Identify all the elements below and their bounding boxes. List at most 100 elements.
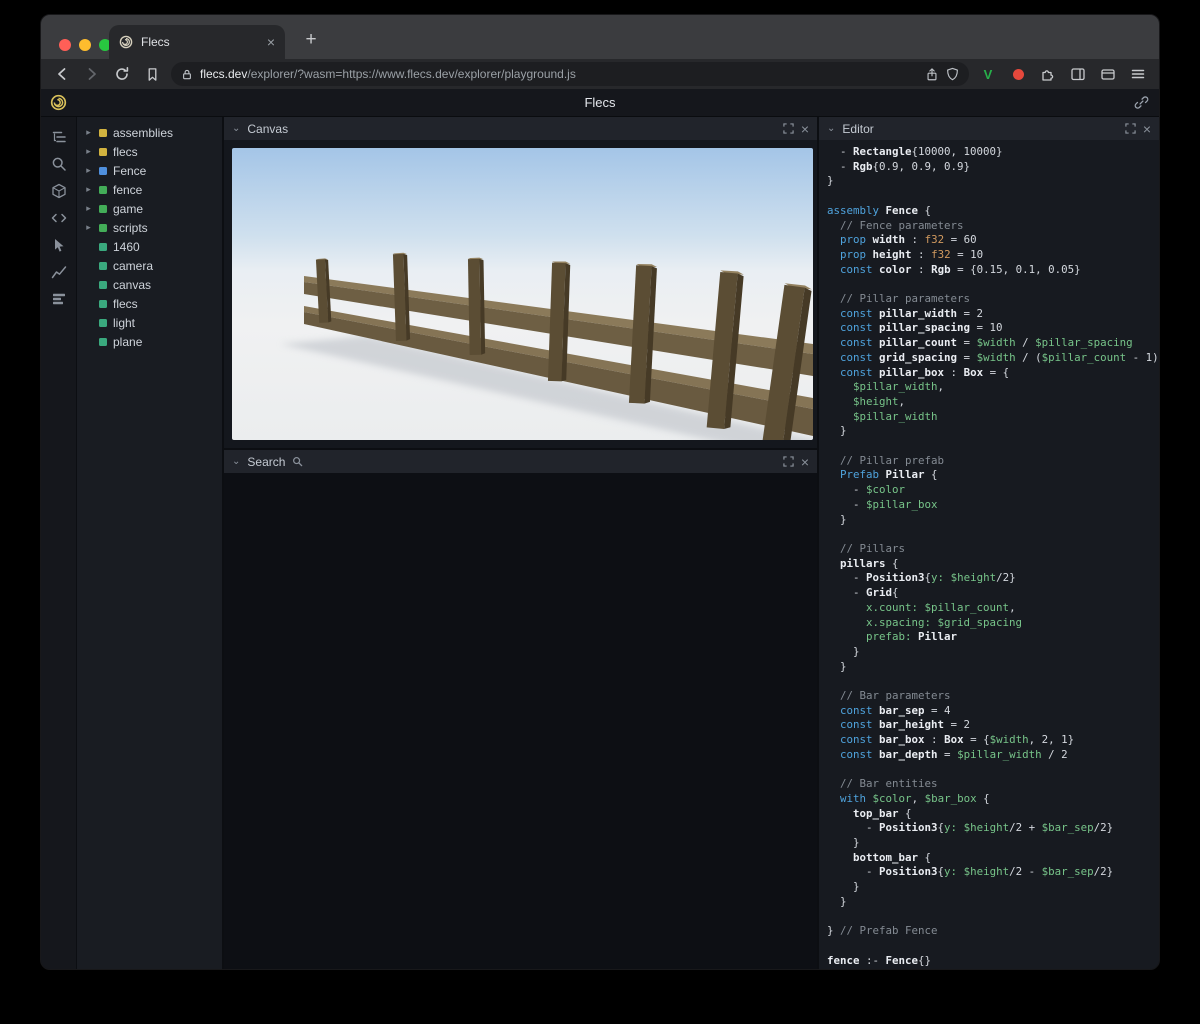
code-line[interactable]: - $pillar_box bbox=[827, 498, 1159, 513]
canvas-3d-viewport[interactable] bbox=[224, 140, 817, 448]
code-line[interactable]: const bar_sep = 4 bbox=[827, 704, 1159, 719]
menu-icon[interactable] bbox=[1127, 63, 1149, 85]
code-line[interactable] bbox=[827, 439, 1159, 454]
share-link-icon[interactable] bbox=[1134, 95, 1149, 110]
tree-item-canvas[interactable]: canvas bbox=[77, 275, 222, 294]
tree-item-game[interactable]: ▸ game bbox=[77, 199, 222, 218]
url-text[interactable]: flecs.dev/explorer/?wasm=https://www.fle… bbox=[200, 67, 918, 81]
code-line[interactable]: const color : Rgb = {0.15, 0.1, 0.05} bbox=[827, 263, 1159, 278]
wallet-icon[interactable] bbox=[1097, 63, 1119, 85]
tree-expand-arrow-icon[interactable]: ▸ bbox=[84, 127, 93, 138]
expand-panel-icon[interactable] bbox=[783, 456, 794, 467]
tree-expand-arrow-icon[interactable]: ▸ bbox=[84, 203, 93, 214]
code-icon[interactable] bbox=[51, 210, 67, 226]
tree-item-fence[interactable]: ▸ fence bbox=[77, 180, 222, 199]
code-line[interactable]: - $color bbox=[827, 483, 1159, 498]
code-line[interactable] bbox=[827, 763, 1159, 778]
code-line[interactable]: x.spacing: $grid_spacing bbox=[827, 616, 1159, 631]
brave-shield-icon[interactable] bbox=[946, 67, 959, 81]
code-line[interactable]: - Position3{y: $height/2 - $bar_sep/2} bbox=[827, 865, 1159, 880]
close-panel-icon[interactable]: × bbox=[801, 455, 809, 469]
extension-red-icon[interactable] bbox=[1007, 63, 1029, 85]
code-line[interactable]: } bbox=[827, 645, 1159, 660]
share-icon[interactable] bbox=[925, 67, 939, 82]
code-line[interactable]: assembly Fence { bbox=[827, 204, 1159, 219]
code-line[interactable]: - Grid{ bbox=[827, 586, 1159, 601]
code-line[interactable] bbox=[827, 674, 1159, 689]
code-line[interactable]: } bbox=[827, 880, 1159, 895]
forward-button[interactable] bbox=[81, 63, 103, 85]
code-line[interactable]: } bbox=[827, 836, 1159, 851]
code-line[interactable]: $pillar_width, bbox=[827, 380, 1159, 395]
code-line[interactable]: prefab: Pillar bbox=[827, 630, 1159, 645]
code-line[interactable]: // Pillars bbox=[827, 542, 1159, 557]
minimize-window-button[interactable] bbox=[79, 39, 91, 51]
new-tab-button[interactable]: + bbox=[297, 26, 325, 54]
code-area[interactable]: - Rectangle{10000, 10000} - Rgb{0.9, 0.9… bbox=[819, 140, 1159, 969]
code-line[interactable]: - Position3{y: $height/2 + $bar_sep/2} bbox=[827, 821, 1159, 836]
code-line[interactable]: - Rectangle{10000, 10000} bbox=[827, 145, 1159, 160]
code-line[interactable]: const bar_height = 2 bbox=[827, 718, 1159, 733]
code-line[interactable]: top_bar { bbox=[827, 807, 1159, 822]
code-line[interactable]: } bbox=[827, 895, 1159, 910]
code-line[interactable]: const pillar_count = $width / $pillar_sp… bbox=[827, 336, 1159, 351]
extension-v-icon[interactable]: V bbox=[977, 63, 999, 85]
entity-tree-icon[interactable] bbox=[51, 129, 67, 145]
close-window-button[interactable] bbox=[59, 39, 71, 51]
code-line[interactable] bbox=[827, 527, 1159, 542]
inspect-cursor-icon[interactable] bbox=[51, 237, 67, 253]
code-line[interactable]: const bar_depth = $pillar_width / 2 bbox=[827, 748, 1159, 763]
code-line[interactable] bbox=[827, 910, 1159, 925]
code-line[interactable]: const grid_spacing = $width / ($pillar_c… bbox=[827, 351, 1159, 366]
tree-item-plane[interactable]: plane bbox=[77, 332, 222, 351]
collapse-chevron-icon[interactable]: ⌄ bbox=[827, 123, 835, 134]
code-line[interactable] bbox=[827, 189, 1159, 204]
close-panel-icon[interactable]: × bbox=[801, 122, 809, 136]
url-bar[interactable]: flecs.dev/explorer/?wasm=https://www.fle… bbox=[171, 62, 969, 86]
code-line[interactable]: } // Prefab Fence bbox=[827, 924, 1159, 939]
code-line[interactable]: $height, bbox=[827, 395, 1159, 410]
code-line[interactable]: // Pillar parameters bbox=[827, 292, 1159, 307]
expand-panel-icon[interactable] bbox=[1125, 123, 1136, 134]
tree-item-flecs[interactable]: ▸ flecs bbox=[77, 142, 222, 161]
collapse-chevron-icon[interactable]: ⌄ bbox=[232, 123, 240, 134]
code-line[interactable]: - Position3{y: $height/2} bbox=[827, 571, 1159, 586]
tree-expand-arrow-icon[interactable]: ▸ bbox=[84, 184, 93, 195]
back-button[interactable] bbox=[51, 63, 73, 85]
code-line[interactable]: prop width : f32 = 60 bbox=[827, 233, 1159, 248]
cube-icon[interactable] bbox=[51, 183, 67, 199]
search-icon[interactable] bbox=[51, 156, 67, 172]
code-line[interactable]: fence :- Fence{} bbox=[827, 954, 1159, 969]
code-line[interactable]: x.count: $pillar_count, bbox=[827, 601, 1159, 616]
chart-icon[interactable] bbox=[51, 264, 67, 280]
code-line[interactable]: // Pillar prefab bbox=[827, 454, 1159, 469]
collapse-chevron-icon[interactable]: ⌄ bbox=[232, 456, 240, 467]
code-line[interactable]: } bbox=[827, 174, 1159, 189]
extensions-puzzle-icon[interactable] bbox=[1037, 63, 1059, 85]
search-results-area[interactable] bbox=[224, 473, 817, 969]
code-line[interactable]: // Fence parameters bbox=[827, 219, 1159, 234]
code-line[interactable]: // Bar parameters bbox=[827, 689, 1159, 704]
tree-item-1460[interactable]: 1460 bbox=[77, 237, 222, 256]
tree-item-camera[interactable]: camera bbox=[77, 256, 222, 275]
code-line[interactable]: prop height : f32 = 10 bbox=[827, 248, 1159, 263]
close-panel-icon[interactable]: × bbox=[1143, 122, 1151, 136]
code-line[interactable] bbox=[827, 277, 1159, 292]
code-line[interactable]: const pillar_width = 2 bbox=[827, 307, 1159, 322]
tab-close-icon[interactable]: × bbox=[267, 35, 275, 49]
tree-item-flecs[interactable]: flecs bbox=[77, 294, 222, 313]
reload-button[interactable] bbox=[111, 63, 133, 85]
bookmark-icon[interactable] bbox=[141, 63, 163, 85]
tree-item-scripts[interactable]: ▸ scripts bbox=[77, 218, 222, 237]
code-line[interactable]: const pillar_spacing = 10 bbox=[827, 321, 1159, 336]
tree-expand-arrow-icon[interactable]: ▸ bbox=[84, 165, 93, 176]
tree-expand-arrow-icon[interactable]: ▸ bbox=[84, 146, 93, 157]
tree-item-light[interactable]: light bbox=[77, 313, 222, 332]
code-line[interactable]: const pillar_box : Box = { bbox=[827, 366, 1159, 381]
code-line[interactable]: } bbox=[827, 424, 1159, 439]
code-line[interactable]: Prefab Pillar { bbox=[827, 468, 1159, 483]
browser-tab-flecs[interactable]: Flecs × bbox=[109, 25, 285, 59]
code-line[interactable]: pillars { bbox=[827, 557, 1159, 572]
tree-item-Fence[interactable]: ▸ Fence bbox=[77, 161, 222, 180]
code-line[interactable]: const bar_box : Box = {$width, 2, 1} bbox=[827, 733, 1159, 748]
